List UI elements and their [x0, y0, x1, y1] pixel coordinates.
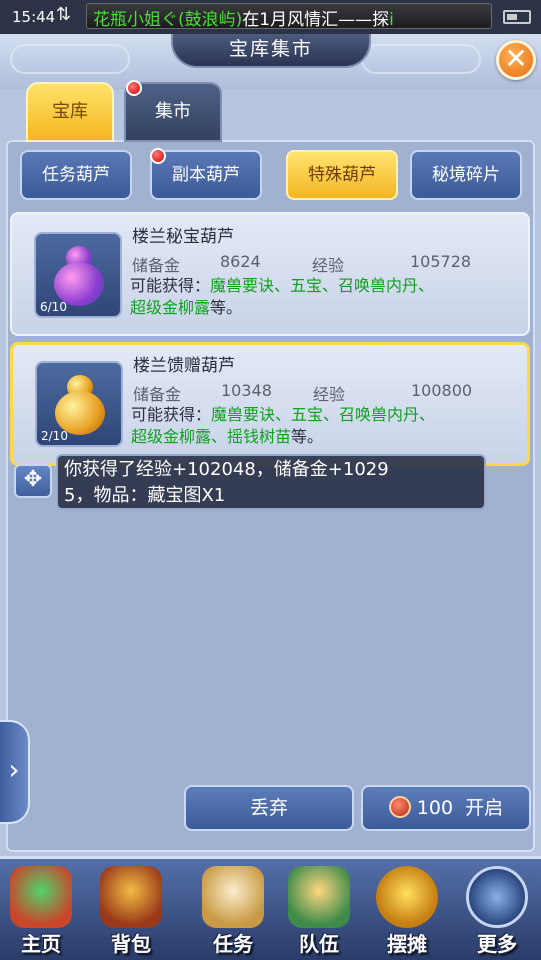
battery-icon: [503, 10, 531, 24]
item-count: 6/10: [40, 300, 67, 314]
item-name: 楼兰馈赠葫芦: [133, 356, 235, 376]
reward-notification: 你获得了经验+102048，储备金+1029 5，物品：藏宝图X1: [56, 454, 486, 510]
nav-label: 主页: [21, 932, 61, 956]
nav-label: 摆摊: [387, 932, 427, 956]
marquee-tail: i: [389, 10, 394, 29]
tab-baoku[interactable]: 宝库: [26, 82, 114, 142]
nav-label: 更多: [477, 932, 517, 956]
drop-line: 超级金柳露、摇钱树苗等。: [131, 427, 324, 446]
marquee-message: 在1月风情汇——探: [242, 10, 390, 29]
more-emblem-icon: [466, 866, 528, 928]
close-button[interactable]: ✕: [496, 40, 536, 80]
exp-value: 100800: [411, 381, 473, 400]
status-bar: 15:44 ⇅ 花瓶小姐ぐ(鼓浪屿)在1月风情汇——探i: [0, 0, 541, 34]
page-title: 宝库集市: [171, 34, 371, 68]
drop-line: 超级金柳露等。: [130, 298, 243, 317]
item-count: 2/10: [41, 429, 68, 443]
nav-label: 队伍: [299, 932, 339, 956]
list-item[interactable]: 6/10 楼兰秘宝葫芦 储备金 8624 经验 105728 可能获得：魔兽要诀…: [10, 212, 530, 336]
drop-line: 可能获得：魔兽要诀、五宝、召唤兽内丹、: [130, 276, 435, 295]
item-name: 楼兰秘宝葫芦: [132, 227, 234, 247]
nav-label: 背包: [111, 932, 151, 956]
jar-icon: [388, 795, 411, 818]
reserve-value: 10348: [221, 381, 272, 400]
category-special-gourd[interactable]: 特殊葫芦: [286, 150, 398, 200]
side-expand-button[interactable]: ›: [0, 720, 30, 824]
broadcast-marquee: 花瓶小姐ぐ(鼓浪屿)在1月风情汇——探i: [86, 3, 492, 29]
nav-bag[interactable]: 背包: [94, 866, 168, 960]
reserve-value: 8624: [220, 252, 261, 271]
category-dungeon-gourd[interactable]: 副本葫芦: [150, 150, 262, 200]
category-task-gourd[interactable]: 任务葫芦: [20, 150, 132, 200]
nav-label: 任务: [213, 932, 253, 956]
notification-line: 你获得了经验+102048，储备金+1029: [64, 459, 389, 480]
team-icon: [288, 866, 350, 928]
drop-line: 可能获得：魔兽要诀、五宝、召唤兽内丹、: [131, 405, 436, 424]
status-time: 15:44: [12, 8, 56, 26]
nav-team[interactable]: 队伍: [282, 866, 356, 960]
cloud-decoration-icon: [361, 44, 481, 74]
home-pavilion-icon: [10, 866, 72, 928]
purple-gourd-icon: 6/10: [34, 232, 122, 318]
notification-dot-icon: [150, 148, 166, 164]
notification-dot-icon: [126, 80, 142, 96]
discard-button[interactable]: 丢弃: [184, 785, 354, 831]
open-button[interactable]: 100 开启: [361, 785, 531, 831]
coin-icon: [376, 866, 438, 928]
treasure-chest-icon: [100, 866, 162, 928]
nav-stall[interactable]: 摆摊: [370, 866, 444, 960]
nav-home[interactable]: 主页: [4, 866, 78, 960]
scroll-icon: [202, 866, 264, 928]
nav-more[interactable]: 更多: [460, 866, 534, 960]
gold-gourd-icon: 2/10: [35, 361, 123, 447]
notification-line: 5，物品：藏宝图X1: [64, 485, 226, 506]
marquee-player: 花瓶小姐ぐ(鼓浪屿): [93, 10, 243, 29]
exp-value: 105728: [410, 252, 472, 271]
category-secret-fragment[interactable]: 秘境碎片: [410, 150, 522, 200]
network-arrows-icon: ⇅: [56, 4, 72, 25]
list-item[interactable]: 2/10 楼兰馈赠葫芦 储备金 10348 经验 100800 可能获得：魔兽要…: [10, 342, 530, 466]
cloud-decoration-icon: [10, 44, 130, 74]
open-cost: 100: [416, 797, 454, 819]
nav-task[interactable]: 任务: [196, 866, 270, 960]
move-handle-icon[interactable]: ✥: [14, 464, 52, 498]
open-label: 开启: [465, 797, 504, 819]
